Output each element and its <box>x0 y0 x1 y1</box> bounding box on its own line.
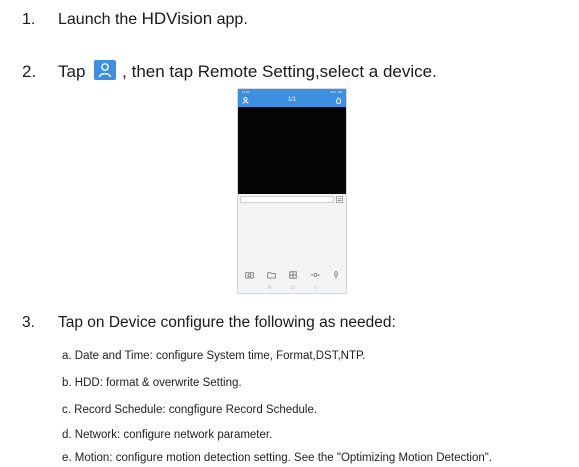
step-1: 1. Launch the HDVision app. <box>22 9 248 29</box>
ptz-icon[interactable] <box>310 271 320 279</box>
step-text-end: app. <box>212 11 248 28</box>
home-icon[interactable] <box>335 97 342 104</box>
step-number: 1. <box>22 11 36 28</box>
step-number: 2. <box>22 62 37 81</box>
device-input[interactable] <box>240 196 334 203</box>
page-counter: 1/1 <box>287 97 297 103</box>
phone-toolbar <box>238 270 346 280</box>
step-text: Tap on Device configure the following as… <box>58 314 396 331</box>
person-button[interactable] <box>94 60 117 80</box>
step-text: Launch the <box>58 11 142 28</box>
person-icon <box>98 63 112 78</box>
phone-title-bar: 1/1 <box>238 95 346 107</box>
status-indicators: 36.0 ▪ 88 <box>330 90 342 94</box>
camera-icon[interactable] <box>245 271 254 279</box>
list-item-record-schedule: c. Record Schedule: congfigure Record Sc… <box>62 404 318 416</box>
step-text-end: , then tap Remote Setting,select a devic… <box>122 62 437 81</box>
microphone-icon[interactable] <box>333 271 339 279</box>
video-view[interactable] <box>238 107 346 194</box>
step-2: 2. Tap , then tap Remote Setting,select a… <box>22 60 437 82</box>
list-item-network: d. Network: configure network parameter. <box>62 429 273 441</box>
app-name: HDVision <box>141 9 213 28</box>
status-time: 11:26 <box>242 90 250 94</box>
step-number: 3. <box>22 314 35 331</box>
list-item-hdd: b. HDD: format & overwrite Setting. <box>62 377 242 389</box>
phone-screenshot: 11:26 36.0 ▪ 88 1/1 <box>237 88 347 294</box>
grid-icon[interactable] <box>289 271 298 279</box>
step-3: 3. Tap on Device configure the following … <box>22 314 396 332</box>
list-item-motion: e. Motion: configure motion detection se… <box>62 452 493 464</box>
folder-icon[interactable] <box>267 271 276 279</box>
phone-nav-bar <box>238 283 346 291</box>
step-text: Tap <box>58 62 86 81</box>
back-icon[interactable] <box>267 285 272 290</box>
home-nav-icon[interactable] <box>290 285 295 290</box>
recent-icon[interactable] <box>313 285 318 290</box>
grid-icon[interactable] <box>336 196 343 203</box>
list-item-date-time: a. Date and Time: configure System time,… <box>62 350 366 362</box>
